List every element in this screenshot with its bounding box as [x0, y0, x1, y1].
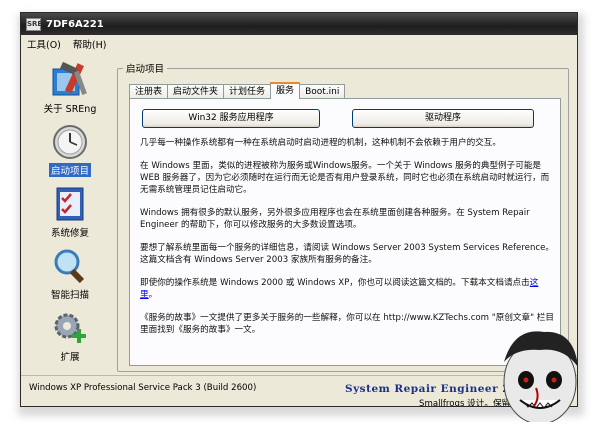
services-description: 几乎每一种操作系统都有一种在系统启动时启动进程的机制，这种机制不会依赖于用户的交…: [140, 137, 555, 347]
group-title: 启动项目: [123, 61, 168, 75]
paragraph-windows-services: 在 Windows 里面，类似的进程被称为服务或Windows服务。一个关于 W…: [140, 161, 550, 195]
menu-tools[interactable]: 工具(O): [27, 37, 61, 51]
nav-label-extend: 扩展: [60, 352, 80, 363]
nav-item-scan[interactable]: 智能扫描: [29, 247, 111, 309]
nav-item-about[interactable]: 关于 SREng: [29, 61, 111, 123]
gear-plus-icon: [54, 313, 86, 343]
tab-services[interactable]: 服务: [270, 82, 301, 99]
checklist-icon: [56, 187, 84, 221]
paragraph-intro: 几乎每一种操作系统都有一种在系统启动时启动进程的机制，这种机制不会依赖于用户的交…: [140, 138, 501, 148]
paragraph-download: 即使你的操作系统是 Windows 2000 或 Windows XP，你也可以…: [140, 277, 555, 301]
tab-registry[interactable]: 注册表: [129, 84, 169, 99]
nav-label-startup: 启动项目: [48, 163, 91, 177]
menu-help[interactable]: 帮助(H): [73, 37, 107, 51]
nav-label-scan: 智能扫描: [50, 290, 89, 301]
tab-scheduled-tasks[interactable]: 计划任务: [223, 84, 272, 99]
download-text-end: 。: [148, 290, 158, 300]
tab-boot-ini[interactable]: Boot.ini: [299, 84, 346, 99]
clock-icon: [53, 125, 87, 159]
nav-label-repair: 系统修复: [50, 228, 89, 239]
app-icon: SRE: [26, 17, 42, 31]
paragraph-story: 《服务的故事》一文提供了更多关于服务的一些解释，你可以在 http://www.…: [140, 313, 554, 335]
title-bar[interactable]: SRE 7DF6A221: [21, 13, 577, 35]
nav-item-startup[interactable]: 启动项目: [29, 123, 111, 185]
window-title: 7DF6A221: [46, 18, 104, 30]
menu-bar: 工具(O) 帮助(H): [21, 35, 577, 52]
wrench-hammer-icon: [52, 61, 87, 96]
mascot-face-image: [503, 331, 578, 422]
nav-label-about: 关于 SREng: [43, 104, 97, 115]
download-text: 即使你的操作系统是 Windows 2000 或 Windows XP，你也可以…: [140, 278, 530, 288]
os-version-text: Windows XP Professional Service Pack 3 (…: [29, 383, 257, 393]
win32-services-button[interactable]: Win32 服务应用程序: [142, 109, 320, 128]
drivers-button[interactable]: 驱动程序: [352, 109, 534, 128]
tab-strip: 注册表 启动文件夹 计划任务 服务 Boot.ini: [129, 82, 346, 99]
tab-startup-folder[interactable]: 启动文件夹: [167, 84, 225, 99]
paragraph-default-services: Windows 拥有很多的默认服务，另外很多应用程序也会在系统里面创建各种服务。…: [140, 208, 530, 230]
nav-item-extend[interactable]: 扩展: [29, 309, 111, 371]
nav-item-repair[interactable]: 系统修复: [29, 185, 111, 247]
paragraph-reference: 要想了解系统里面每一个服务的详细信息，请阅读 Windows Server 20…: [140, 243, 555, 265]
magnifier-icon: [54, 249, 85, 284]
sidebar-nav: 关于 SREng 启动项目 系统修复 智能扫描 扩展: [29, 57, 111, 375]
